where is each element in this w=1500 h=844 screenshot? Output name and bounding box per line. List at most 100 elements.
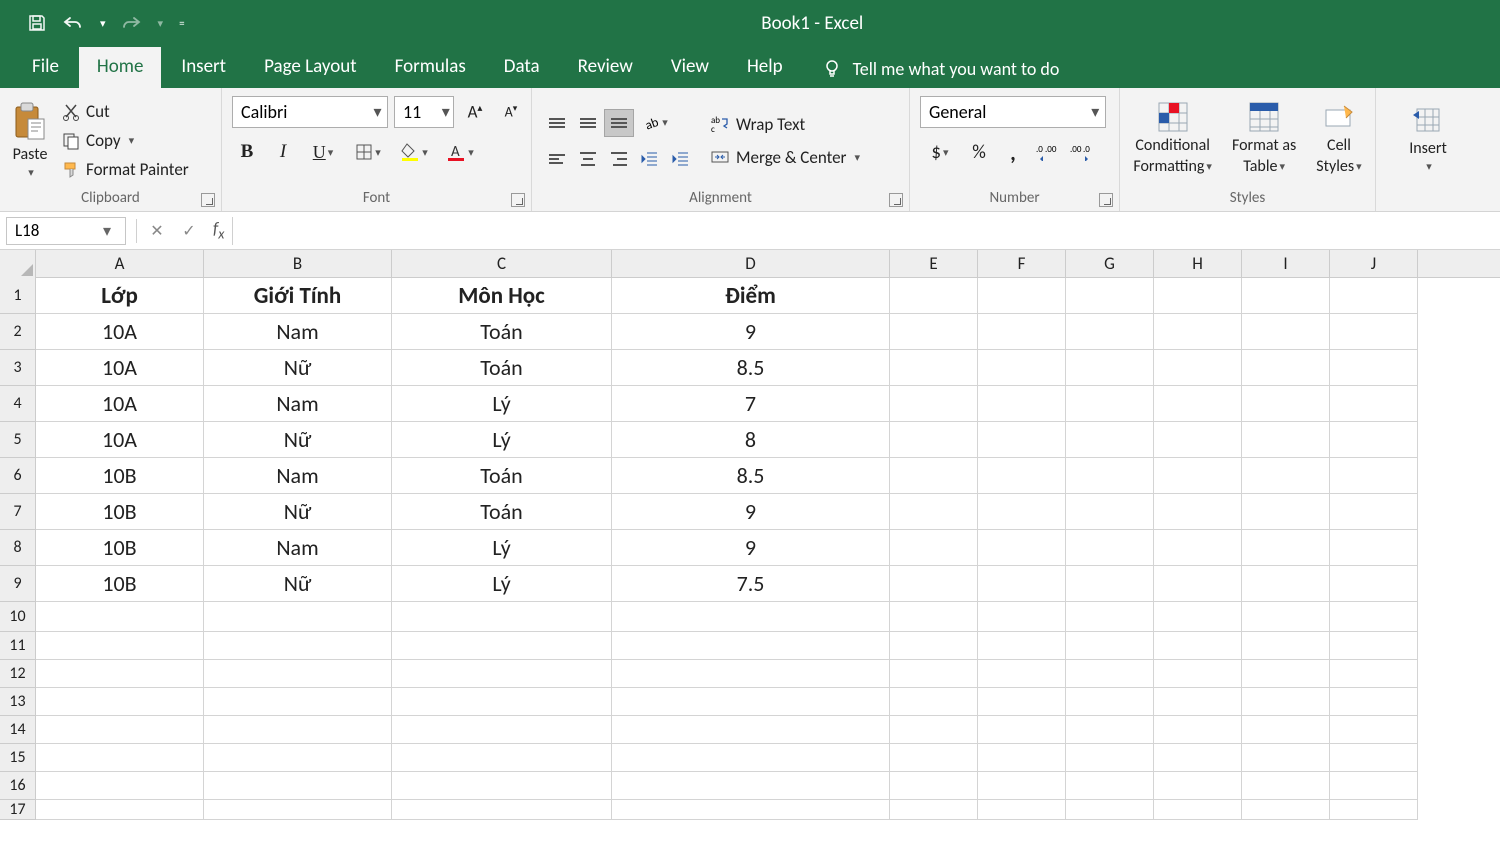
row-header[interactable]: 9 [0, 566, 36, 602]
increase-decimal-button[interactable]: .0.00 [1032, 138, 1062, 166]
cell[interactable] [36, 772, 204, 800]
cell[interactable] [978, 660, 1066, 688]
cell[interactable] [392, 602, 612, 632]
column-header[interactable]: A [36, 250, 204, 277]
row-header[interactable]: 16 [0, 772, 36, 800]
align-left-button[interactable] [542, 145, 572, 173]
cell[interactable] [1330, 494, 1418, 530]
cell[interactable] [1330, 744, 1418, 772]
font-size-input[interactable] [395, 99, 439, 125]
cell[interactable] [1154, 716, 1242, 744]
cell[interactable]: Điểm [612, 278, 890, 314]
cell[interactable] [1066, 688, 1154, 716]
cell[interactable] [1242, 744, 1330, 772]
cell[interactable] [978, 386, 1066, 422]
cell[interactable] [890, 772, 978, 800]
cell[interactable] [890, 494, 978, 530]
decrease-decimal-button[interactable]: .00.0 [1066, 138, 1096, 166]
cell[interactable]: 10B [36, 530, 204, 566]
cell-styles-button[interactable]: Cell Styles▾ [1308, 96, 1369, 180]
format-painter-button[interactable]: Format Painter [58, 157, 193, 182]
chevron-down-icon[interactable]: ▾ [439, 102, 453, 122]
tab-data[interactable]: Data [486, 47, 558, 88]
cell[interactable]: Nam [204, 386, 392, 422]
cell[interactable]: 10A [36, 350, 204, 386]
font-color-button[interactable]: A▾ [440, 138, 480, 166]
cell[interactable] [1066, 278, 1154, 314]
cell[interactable] [978, 800, 1066, 820]
cell[interactable] [204, 772, 392, 800]
cell[interactable] [978, 688, 1066, 716]
cell[interactable] [1154, 494, 1242, 530]
cell[interactable]: Lý [392, 566, 612, 602]
cell[interactable]: 10B [36, 494, 204, 530]
comma-button[interactable]: , [998, 138, 1028, 166]
fx-icon[interactable]: fx [205, 218, 232, 242]
tab-file[interactable]: File [14, 47, 77, 88]
cell[interactable] [1066, 716, 1154, 744]
cell[interactable] [1154, 422, 1242, 458]
cell[interactable] [1066, 422, 1154, 458]
font-name-combo[interactable]: ▾ [232, 96, 388, 128]
cell[interactable] [1154, 744, 1242, 772]
percent-button[interactable]: % [964, 138, 994, 166]
cell[interactable] [36, 744, 204, 772]
cell[interactable]: 9 [612, 494, 890, 530]
align-middle-button[interactable] [573, 109, 603, 137]
cell[interactable] [36, 660, 204, 688]
cell[interactable] [36, 688, 204, 716]
cell[interactable] [1154, 772, 1242, 800]
cell[interactable]: 8.5 [612, 458, 890, 494]
cell[interactable] [1242, 566, 1330, 602]
cell[interactable] [890, 278, 978, 314]
cell[interactable] [890, 566, 978, 602]
insert-cells-button[interactable]: Insert ▾ [1401, 99, 1455, 177]
number-launcher[interactable] [1099, 193, 1113, 207]
cell[interactable] [1066, 566, 1154, 602]
cell[interactable] [1330, 422, 1418, 458]
alignment-launcher[interactable] [889, 193, 903, 207]
align-right-button[interactable] [604, 145, 634, 173]
cell[interactable] [1154, 314, 1242, 350]
cell[interactable] [1242, 494, 1330, 530]
cell[interactable] [204, 744, 392, 772]
row-header[interactable]: 1 [0, 278, 36, 314]
cell[interactable] [1330, 602, 1418, 632]
cell[interactable] [978, 772, 1066, 800]
cell[interactable]: Lý [392, 422, 612, 458]
row-header[interactable]: 5 [0, 422, 36, 458]
cell[interactable] [1330, 314, 1418, 350]
cell[interactable] [392, 688, 612, 716]
align-bottom-button[interactable] [604, 109, 634, 137]
column-header[interactable]: G [1066, 250, 1154, 277]
cell[interactable] [978, 350, 1066, 386]
cell[interactable]: 9 [612, 314, 890, 350]
cell[interactable] [890, 602, 978, 632]
cell[interactable] [612, 660, 890, 688]
cell[interactable]: Toán [392, 350, 612, 386]
cut-button[interactable]: Cut [58, 99, 193, 124]
cell[interactable]: 7 [612, 386, 890, 422]
cell[interactable] [890, 458, 978, 494]
cell[interactable] [392, 716, 612, 744]
cell[interactable] [1330, 800, 1418, 820]
cell[interactable] [890, 530, 978, 566]
wrap-text-button[interactable]: abc Wrap Text [706, 112, 876, 137]
cell[interactable] [1330, 632, 1418, 660]
cell[interactable]: 9 [612, 530, 890, 566]
fill-color-button[interactable]: ▾ [394, 138, 434, 166]
cell[interactable] [1242, 716, 1330, 744]
cell[interactable] [1066, 314, 1154, 350]
cell[interactable] [1242, 772, 1330, 800]
cell[interactable] [36, 632, 204, 660]
row-header[interactable]: 4 [0, 386, 36, 422]
cell[interactable] [890, 422, 978, 458]
formula-input[interactable] [232, 217, 1500, 245]
cell[interactable] [890, 660, 978, 688]
number-format-input[interactable] [921, 99, 1086, 125]
cell[interactable] [204, 716, 392, 744]
cell[interactable] [1242, 660, 1330, 688]
cell[interactable] [612, 716, 890, 744]
cell[interactable] [392, 660, 612, 688]
cell[interactable] [36, 800, 204, 820]
